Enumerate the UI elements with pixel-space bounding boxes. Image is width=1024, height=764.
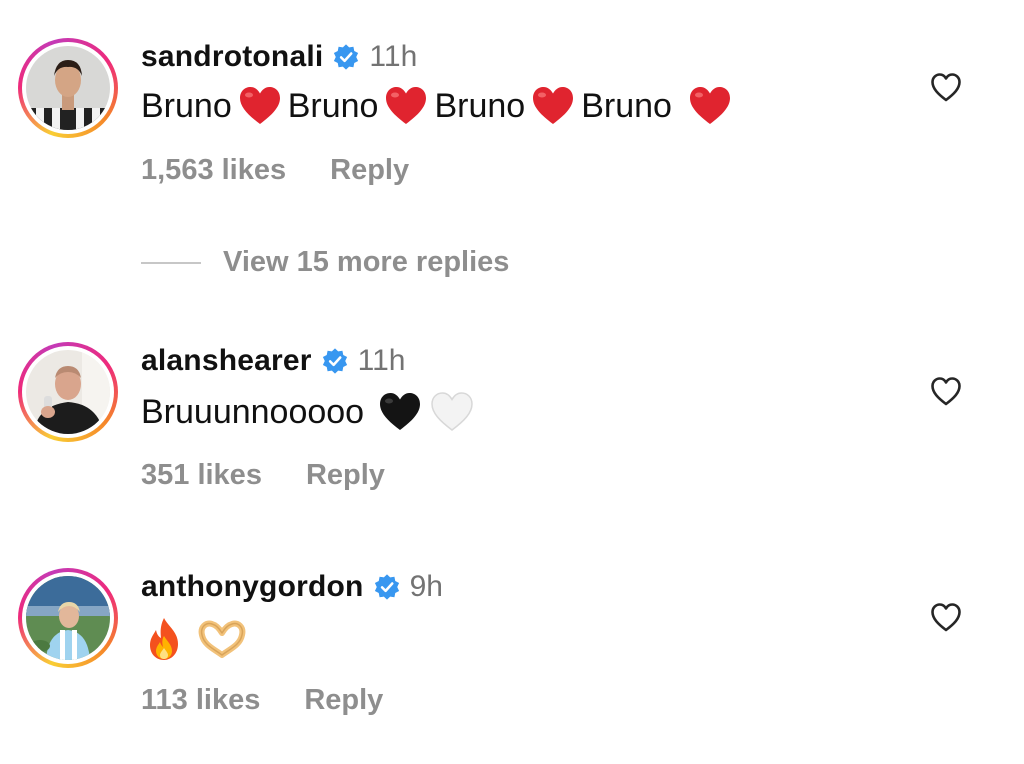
comment-word: Bruuunnooooo: [141, 392, 365, 431]
comment-text: Bruno Bruno Bruno Bruno: [141, 86, 738, 126]
likes-count[interactable]: 351 likes: [141, 459, 262, 492]
red-heart-emoji: [533, 87, 574, 124]
comment-text: [144, 616, 248, 662]
timestamp: 11h: [357, 344, 406, 377]
heart-hands-emoji: [198, 620, 246, 658]
avatar: [26, 576, 110, 660]
avatar: [26, 46, 110, 130]
divider: [141, 261, 201, 264]
likes-count[interactable]: 1,563 likes: [141, 154, 286, 187]
black-heart-emoji: [380, 393, 421, 430]
avatar-story-ring[interactable]: [18, 342, 118, 442]
comment-word: Bruno: [581, 86, 672, 125]
view-more-replies-button[interactable]: View 15 more replies: [141, 246, 509, 279]
heart-outline-icon[interactable]: [930, 72, 962, 102]
avatar: [26, 350, 110, 434]
comment-text: Bruuunnooooo: [141, 392, 480, 432]
verified-badge-icon: [334, 44, 359, 70]
reply-button[interactable]: Reply: [304, 684, 383, 717]
comment-header: sandrotonali 11h: [141, 40, 417, 74]
heart-outline-icon[interactable]: [930, 376, 962, 406]
timestamp: 11h: [369, 40, 418, 73]
comment-header: anthonygordon 9h: [141, 570, 443, 604]
comment-meta: 351 likes Reply: [141, 459, 385, 492]
likes-count[interactable]: 113 likes: [141, 684, 260, 717]
username[interactable]: alanshearer: [141, 344, 312, 378]
comment-word: Bruno: [434, 86, 526, 125]
red-heart-emoji: [689, 87, 730, 124]
reply-button[interactable]: Reply: [330, 154, 409, 187]
comment-word: Bruno: [141, 86, 232, 125]
comment-meta: 113 likes Reply: [141, 684, 383, 717]
timestamp: 9h: [409, 570, 443, 603]
red-heart-emoji: [239, 87, 280, 124]
white-heart-emoji: [431, 392, 473, 431]
comment-meta: 1,563 likes Reply: [141, 154, 409, 187]
avatar-story-ring[interactable]: [18, 38, 118, 138]
heart-outline-icon[interactable]: [930, 602, 962, 632]
comment-word: Bruno: [287, 86, 379, 125]
red-heart-emoji: [386, 87, 427, 124]
username[interactable]: anthonygordon: [141, 570, 364, 604]
avatar-story-ring[interactable]: [18, 568, 118, 668]
comment-header: alanshearer 11h: [141, 344, 405, 378]
reply-button[interactable]: Reply: [306, 459, 385, 492]
username[interactable]: sandrotonali: [141, 40, 323, 74]
verified-badge-icon: [322, 348, 347, 374]
verified-badge-icon: [374, 574, 399, 600]
fire-emoji: [150, 618, 178, 660]
view-replies-label: View 15 more replies: [223, 246, 510, 278]
